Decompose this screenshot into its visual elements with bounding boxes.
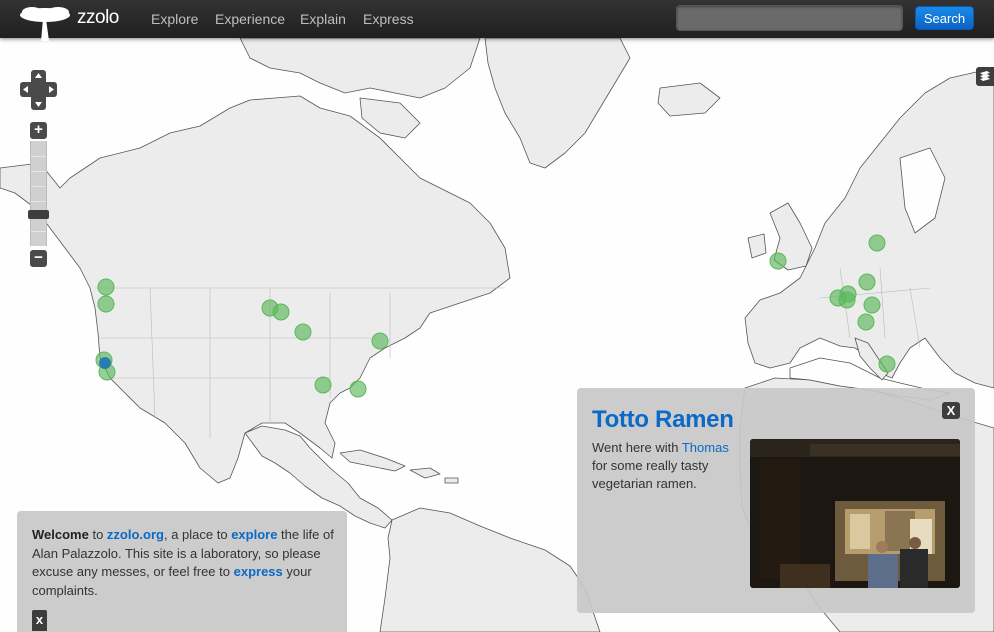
map-marker[interactable]	[868, 234, 886, 252]
location-popup: Totto Ramen Went here with Thomas for so…	[577, 388, 975, 613]
map-marker[interactable]	[272, 303, 290, 321]
popup-close-button[interactable]: X	[942, 402, 960, 419]
map-marker[interactable]	[858, 273, 876, 291]
site-link[interactable]: zzolo.org	[107, 527, 164, 542]
search-input[interactable]	[676, 5, 903, 31]
popup-photo[interactable]	[750, 439, 960, 588]
search-button[interactable]: Search	[915, 6, 974, 30]
zoom-out-icon[interactable]: −	[30, 250, 47, 267]
top-navbar: zzolo Explore Experience Explain Express…	[0, 0, 994, 41]
map-marker[interactable]	[97, 295, 115, 313]
nav-explore[interactable]: Explore	[151, 11, 198, 27]
nav-experience[interactable]: Experience	[215, 11, 285, 27]
popup-title[interactable]: Totto Ramen	[592, 406, 734, 434]
popup-description: Went here with Thomas for some really ta…	[592, 440, 729, 491]
map-marker[interactable]	[878, 355, 896, 373]
map-marker[interactable]	[294, 323, 312, 341]
map-marker[interactable]	[349, 380, 367, 398]
selected-marker[interactable]	[99, 357, 111, 369]
pan-control-icon[interactable]	[20, 70, 57, 110]
explore-link[interactable]: explore	[231, 527, 277, 542]
express-link[interactable]: express	[234, 564, 283, 579]
brand-name[interactable]: zzolo	[77, 7, 119, 29]
layers-icon[interactable]	[976, 67, 994, 86]
zoom-in-icon[interactable]: +	[30, 122, 47, 139]
zoom-slider-handle[interactable]	[28, 210, 49, 219]
map-marker[interactable]	[863, 296, 881, 314]
map-marker[interactable]	[314, 376, 332, 394]
welcome-panel: Welcome to zzolo.org, a place to explore…	[17, 511, 347, 632]
map-marker[interactable]	[769, 252, 787, 270]
popup-person-link[interactable]: Thomas	[682, 440, 729, 455]
zoom-bar[interactable]	[30, 141, 47, 246]
nav-express[interactable]: Express	[363, 11, 414, 27]
nav-explain[interactable]: Explain	[300, 11, 346, 27]
map-marker[interactable]	[857, 313, 875, 331]
welcome-message: Welcome to zzolo.org, a place to explore…	[32, 527, 334, 598]
map-marker[interactable]	[97, 278, 115, 296]
map-marker[interactable]	[371, 332, 389, 350]
map-marker[interactable]	[839, 285, 857, 303]
welcome-close-button[interactable]: x	[32, 610, 47, 631]
tree-logo-icon[interactable]	[18, 3, 72, 43]
